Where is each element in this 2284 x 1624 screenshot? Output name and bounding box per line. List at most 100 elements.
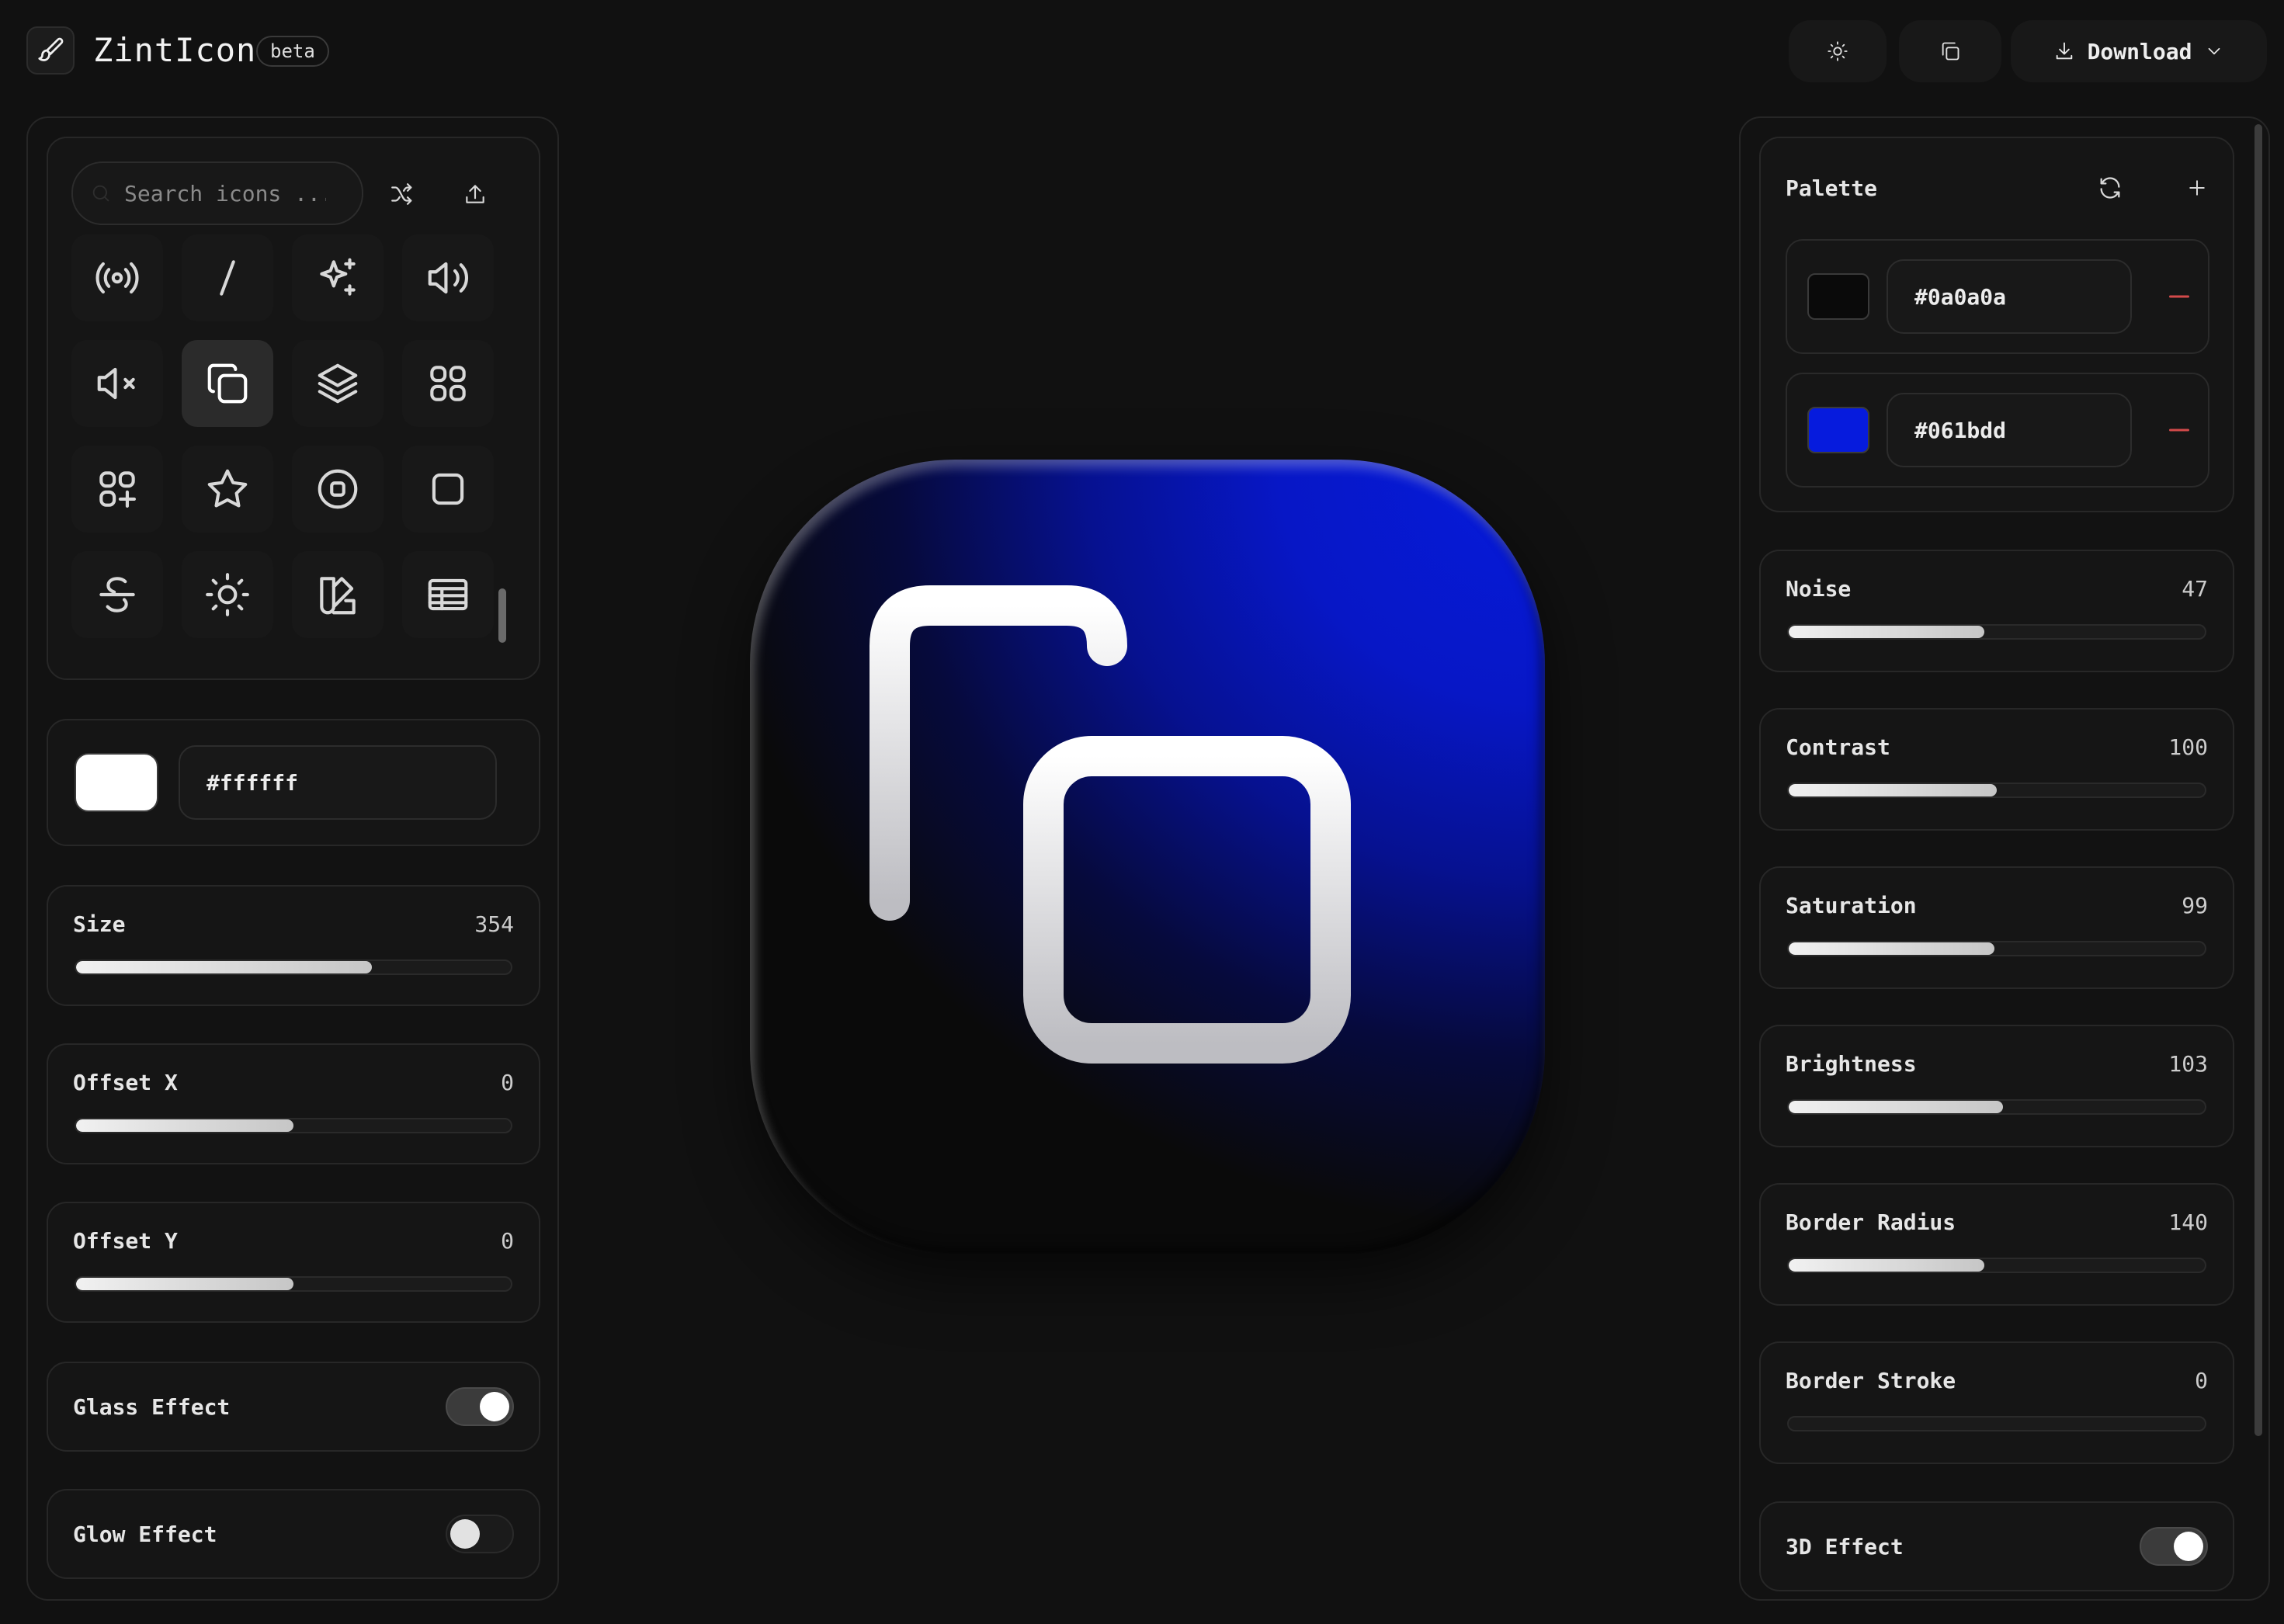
brightness-slider-fill	[1789, 1101, 2004, 1113]
glass-effect-toggle[interactable]	[446, 1387, 514, 1426]
glow-effect-toggle[interactable]	[446, 1515, 514, 1553]
3d-effect-label: 3D Effect	[1786, 1533, 1904, 1560]
right-panel-scrollbar[interactable]	[2254, 124, 2262, 1436]
download-icon	[2056, 42, 2072, 60]
icon-option-volume[interactable]	[402, 234, 494, 321]
icon-option-copy[interactable]	[182, 340, 273, 427]
icon-color-hex-input[interactable]	[179, 745, 497, 820]
add-color-button[interactable]	[2172, 163, 2222, 213]
grid-icon	[430, 366, 466, 401]
layers-icon	[318, 363, 358, 404]
palette-card: Palette	[1759, 137, 2234, 512]
noise-label: Noise	[1786, 576, 1852, 602]
noise-slider[interactable]	[1787, 624, 2206, 640]
palette-hex-input[interactable]	[1887, 393, 2132, 467]
glass-effect-card: Glass Effect	[47, 1362, 540, 1452]
plus-icon	[2189, 180, 2205, 196]
copy-icon	[207, 363, 248, 404]
icon-preview	[750, 460, 1545, 1254]
size-value: 354	[474, 911, 514, 937]
icon-option-sun[interactable]	[182, 551, 273, 638]
3d-effect-toggle[interactable]	[2140, 1527, 2208, 1566]
offset-y-slider[interactable]	[75, 1276, 512, 1292]
stop-circle-icon	[318, 469, 358, 509]
upload-button[interactable]	[450, 169, 500, 219]
offset-x-slider[interactable]	[75, 1118, 512, 1133]
icon-option-table[interactable]	[402, 551, 494, 638]
icon-color-swatch[interactable]	[75, 753, 158, 812]
contrast-slider-fill	[1789, 784, 1997, 796]
shuffle-button[interactable]	[377, 169, 427, 219]
icon-option-slash[interactable]	[182, 234, 273, 321]
icon-option-swatch-book[interactable]	[292, 551, 384, 638]
search-input[interactable]	[123, 179, 328, 207]
volume-icon	[428, 262, 469, 294]
border-radius-slider-card: Border Radius 140	[1759, 1183, 2234, 1306]
palette-color-row	[1786, 239, 2209, 354]
toggle-knob	[450, 1519, 480, 1549]
offset-x-value: 0	[501, 1070, 514, 1095]
brightness-slider[interactable]	[1787, 1099, 2206, 1115]
theme-toggle-button[interactable]	[1789, 20, 1887, 82]
broadcast-icon	[95, 262, 139, 294]
icon-picker-card	[47, 137, 540, 680]
contrast-slider-card: Contrast 100	[1759, 708, 2234, 831]
icon-option-grid-plus[interactable]	[71, 446, 163, 533]
saturation-label: Saturation	[1786, 893, 1917, 918]
brightness-slider-card: Brightness 103	[1759, 1025, 2234, 1147]
palette-swatch[interactable]	[1807, 273, 1869, 320]
copy-icon	[1942, 42, 1959, 61]
noise-slider-card: Noise 47	[1759, 550, 2234, 672]
offset-x-slider-card: Offset X 0	[47, 1043, 540, 1164]
search-box[interactable]	[71, 161, 363, 225]
border-radius-slider[interactable]	[1787, 1258, 2206, 1273]
remove-color-button[interactable]	[2169, 429, 2189, 432]
beta-badge: beta	[256, 36, 329, 67]
offset-y-label: Offset Y	[73, 1228, 178, 1254]
remove-color-button[interactable]	[2169, 295, 2189, 298]
app-title: ZintIcon	[93, 31, 257, 69]
table-icon	[428, 578, 468, 611]
icon-option-broadcast[interactable]	[71, 234, 163, 321]
toggle-knob	[480, 1392, 509, 1421]
copy-icon	[870, 585, 1351, 1064]
refresh-icon	[2100, 177, 2120, 199]
glow-effect-label: Glow Effect	[73, 1521, 217, 1547]
palette-swatch[interactable]	[1807, 407, 1869, 453]
size-slider-card: Size 354	[47, 885, 540, 1006]
border-stroke-slider-card: Border Stroke 0	[1759, 1341, 2234, 1464]
icon-option-sparkles[interactable]	[292, 234, 384, 321]
icon-option-star[interactable]	[182, 446, 273, 533]
swatch-book-icon	[320, 577, 356, 615]
download-button[interactable]: Download	[2011, 20, 2267, 82]
star-icon	[207, 469, 248, 508]
paintbrush-icon	[38, 37, 64, 61]
noise-value: 47	[2182, 576, 2208, 602]
icon-color-card	[47, 719, 540, 846]
slash-icon	[220, 260, 235, 296]
icon-option-grid[interactable]	[402, 340, 494, 427]
copy-button[interactable]	[1899, 20, 2001, 82]
icon-option-stop-circle[interactable]	[292, 446, 384, 533]
saturation-slider[interactable]	[1787, 941, 2206, 956]
palette-hex-input[interactable]	[1887, 259, 2132, 334]
palette-color-row	[1786, 373, 2209, 488]
offset-y-value: 0	[501, 1228, 514, 1254]
saturation-slider-card: Saturation 99	[1759, 866, 2234, 989]
border-stroke-slider[interactable]	[1787, 1416, 2206, 1431]
chevron-down-icon	[2209, 47, 2220, 55]
top-bar: ZintIcon beta Download	[0, 0, 2284, 101]
contrast-slider[interactable]	[1787, 783, 2206, 798]
icon-option-square[interactable]	[402, 446, 494, 533]
refresh-palette-button[interactable]	[2085, 163, 2135, 213]
icon-grid-scrollbar[interactable]	[498, 588, 506, 643]
left-panel: Size 354 Offset X 0 Offset Y 0 Glass Eff…	[26, 116, 559, 1601]
brightness-value: 103	[2168, 1051, 2208, 1077]
icon-option-layers[interactable]	[292, 340, 384, 427]
icon-option-strikethrough[interactable]	[71, 551, 163, 638]
app-logo[interactable]	[26, 26, 75, 75]
size-slider[interactable]	[75, 959, 512, 975]
border-radius-label: Border Radius	[1786, 1209, 1956, 1235]
3d-effect-card: 3D Effect	[1759, 1501, 2234, 1591]
icon-option-volume-mute[interactable]	[71, 340, 163, 427]
